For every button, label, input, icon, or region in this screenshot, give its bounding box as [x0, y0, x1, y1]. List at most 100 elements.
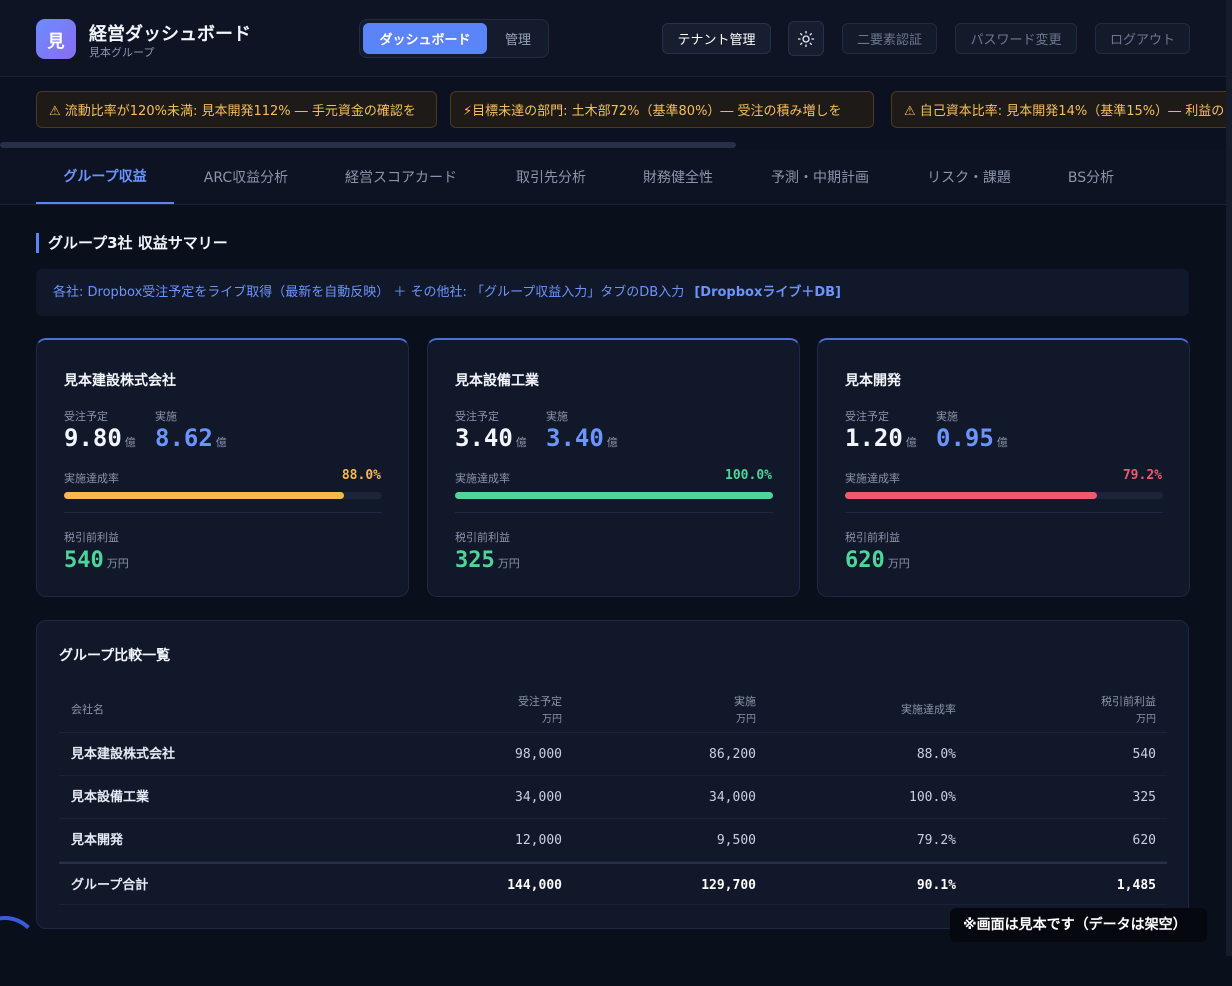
column-header: 会社名 [71, 703, 104, 716]
column-unit: 万円 [542, 714, 562, 725]
company-card: 見本建設株式会社 受注予定 実施 9.80 億 8.62 億 実施達成率 88.0%… [36, 338, 409, 597]
tab-bs-analysis[interactable]: BS分析 [1054, 149, 1128, 204]
tab-scorecard[interactable]: 経営スコアカード [330, 149, 472, 204]
cell-rate: 88.0% [916, 747, 956, 762]
tab-arc-analysis[interactable]: ARC収益分析 [190, 149, 302, 204]
cell-company: 見本設備工業 [71, 790, 150, 805]
order-label: 受注予定 [455, 410, 499, 423]
card-divider [64, 512, 382, 513]
rate-value: 88.0% [341, 468, 381, 483]
alert-item[interactable]: ⚠ 流動比率が120%未満: 見本開発112% ― 手元資金の確認を [36, 91, 437, 128]
order-label: 受注予定 [845, 410, 889, 423]
data-source-tag: [Dropboxライブ＋DB] [694, 285, 842, 300]
card-divider [455, 512, 773, 513]
table-row[interactable]: 見本設備工業 34,000 34,000 100.0% 325 [59, 776, 1167, 819]
company-name: 見本設備工業 [455, 373, 539, 389]
column-header: 受注予定 [518, 695, 562, 708]
cell-profit: 1,485 [1116, 878, 1156, 893]
column-unit: 万円 [736, 714, 756, 725]
order-value: 1.20 億 [845, 424, 917, 452]
rate-label: 実施達成率 [455, 472, 510, 485]
profit-label: 税引前利益 [845, 531, 900, 544]
cell-profit: 620 [1132, 833, 1156, 848]
cell-actual: 129,700 [701, 878, 756, 893]
order-value: 9.80 億 [64, 424, 136, 452]
tab-financial-health[interactable]: 財務健全性 [628, 149, 728, 204]
cell-profit: 325 [1132, 790, 1156, 805]
alert-strip: ⚠ 流動比率が120%未満: 見本開発112% ― 手元資金の確認を ⚡目標未達… [0, 77, 1232, 149]
tab-clients[interactable]: 取引先分析 [500, 149, 602, 204]
profit-value: 540 万円 [64, 548, 129, 573]
tab-forecast[interactable]: 予測・中期計画 [755, 149, 885, 204]
rate-value: 79.2% [1122, 468, 1162, 483]
two-factor-button[interactable]: 二要素認証 [842, 23, 937, 54]
cell-actual: 34,000 [709, 790, 756, 805]
profit-label: 税引前利益 [455, 531, 510, 544]
data-source-text: 各社: Dropbox受注予定をライブ取得（最新を自動反映） ＋ その他社: 「… [53, 285, 685, 300]
company-card: 見本設備工業 受注予定 実施 3.40 億 3.40 億 実施達成率 100.0% … [427, 338, 800, 597]
column-header: 税引前利益 [1101, 695, 1156, 708]
app-title: 経営ダッシュボード [89, 24, 251, 45]
profit-value: 620 万円 [845, 548, 910, 573]
alert-item[interactable]: ⚠ 自己資本比率: 見本開発14%（基準15%）― 利益の [891, 91, 1232, 128]
mode-admin-button[interactable]: 管理 [490, 23, 546, 54]
order-value: 3.40 億 [455, 424, 527, 452]
profit-label: 税引前利益 [64, 531, 119, 544]
actual-value: 3.40 億 [546, 424, 618, 452]
rate-label: 実施達成率 [64, 472, 119, 485]
sample-notice: ※画面は見本です（データは架空） [950, 908, 1207, 942]
company-card: 見本開発 受注予定 実施 1.20 億 0.95 億 実施達成率 79.2% 税引前… [817, 338, 1190, 597]
cell-rate: 100.0% [909, 790, 956, 805]
profit-value: 325 万円 [455, 548, 520, 573]
loading-spinner-icon [0, 916, 40, 986]
theme-toggle-button[interactable] [788, 21, 824, 56]
cell-order: 12,000 [515, 833, 562, 848]
cell-company: 見本開発 [71, 833, 124, 848]
alert-scrollbar[interactable] [0, 142, 736, 148]
cell-rate: 90.1% [916, 878, 956, 893]
rate-value: 100.0% [725, 468, 772, 483]
cell-order: 144,000 [507, 878, 562, 893]
tenant-admin-button[interactable]: テナント管理 [662, 23, 771, 54]
column-header: 実施 [734, 695, 756, 708]
rate-progress-bar [64, 492, 382, 499]
rate-progress-fill [845, 492, 1097, 499]
actual-label: 実施 [546, 410, 568, 423]
comparison-title: グループ比較一覧 [59, 648, 171, 664]
card-divider [845, 512, 1163, 513]
column-unit: 万円 [1136, 714, 1156, 725]
cell-actual: 86,200 [709, 747, 756, 762]
cell-profit: 540 [1132, 747, 1156, 762]
table-row[interactable]: 見本建設株式会社 98,000 86,200 88.0% 540 [59, 733, 1167, 776]
mode-switch: ダッシュボード 管理 [359, 19, 549, 58]
table-total-row[interactable]: グループ合計 144,000 129,700 90.1% 1,485 [59, 862, 1167, 905]
logout-button[interactable]: ログアウト [1095, 23, 1190, 54]
tab-group-revenue[interactable]: グループ収益 [36, 149, 174, 204]
actual-value: 0.95 億 [936, 424, 1008, 452]
column-header: 実施達成率 [901, 703, 956, 716]
rate-label: 実施達成率 [845, 472, 900, 485]
page-scrollbar[interactable] [1226, 0, 1232, 956]
company-name: 見本開発 [845, 373, 901, 389]
cell-actual: 9,500 [716, 833, 756, 848]
rate-progress-fill [455, 492, 773, 499]
app-logo: 見 [36, 19, 76, 59]
tab-bar: グループ収益 ARC収益分析 経営スコアカード 取引先分析 財務健全性 予測・中… [0, 149, 1232, 205]
change-password-button[interactable]: パスワード変更 [955, 23, 1077, 54]
table-header: 会社名 受注予定 万円 実施 万円 実施達成率 税引前利益 万円 [59, 683, 1167, 733]
table-row[interactable]: 見本開発 12,000 9,500 79.2% 620 [59, 819, 1167, 862]
rate-progress-fill [64, 492, 344, 499]
alert-item[interactable]: ⚡目標未達の部門: 土木部72%（基準80%）― 受注の積み増しを [450, 91, 874, 128]
cell-order: 98,000 [515, 747, 562, 762]
rate-progress-bar [845, 492, 1163, 499]
actual-label: 実施 [155, 410, 177, 423]
actual-value: 8.62 億 [155, 424, 227, 452]
cell-company: 見本建設株式会社 [71, 747, 176, 762]
sun-icon [797, 30, 815, 47]
order-label: 受注予定 [64, 410, 108, 423]
tab-risks[interactable]: リスク・課題 [912, 149, 1026, 204]
cell-company: グループ合計 [71, 878, 149, 893]
mode-dashboard-button[interactable]: ダッシュボード [363, 23, 487, 54]
cell-rate: 79.2% [916, 833, 956, 848]
rate-progress-bar [455, 492, 773, 499]
